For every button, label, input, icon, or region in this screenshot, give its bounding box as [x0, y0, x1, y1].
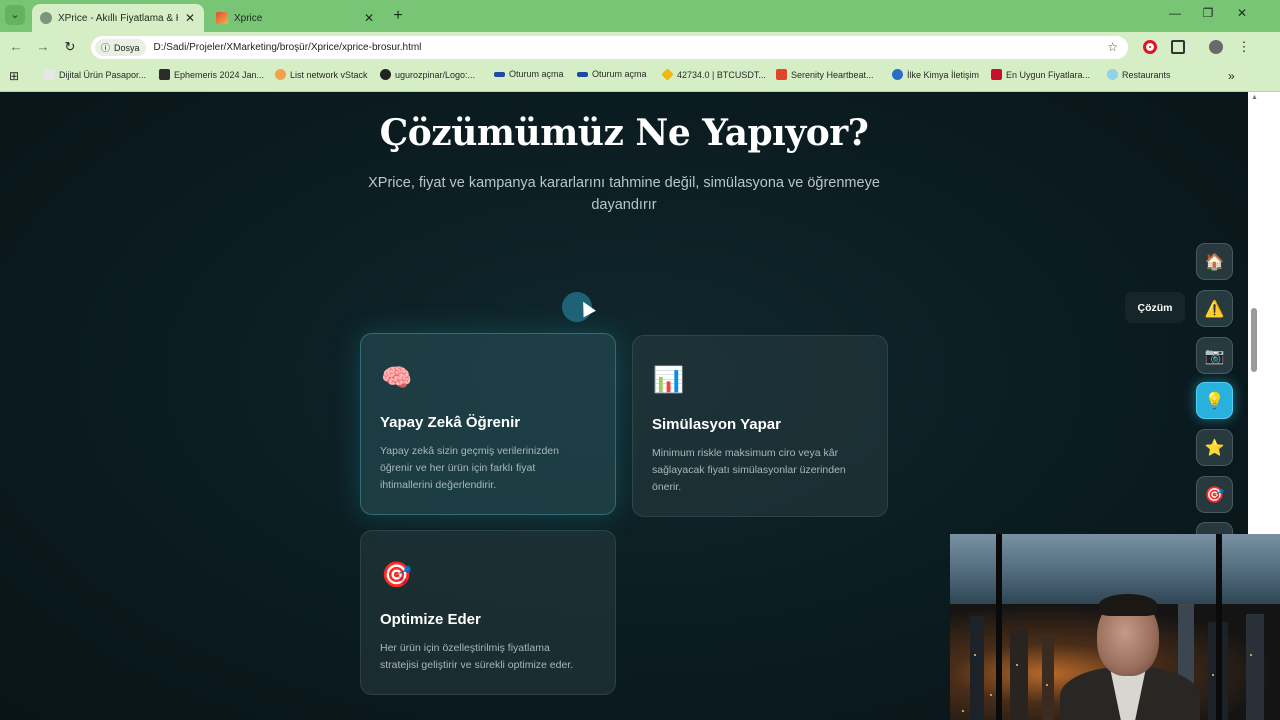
city-light: [1212, 674, 1214, 676]
bar-chart-icon: 📊: [653, 366, 685, 394]
forward-icon[interactable]: →: [35, 39, 51, 54]
bookmark-item[interactable]: Dijital Ürün Pasapor...: [44, 69, 146, 80]
window-frame: [1216, 534, 1222, 720]
address-bar[interactable]: ⓘ Dosya D:/Sadi/Projeler/XMarketing/broş…: [91, 36, 1128, 59]
window-frame: [996, 534, 1002, 720]
bookmark-favicon: [44, 69, 55, 80]
feature-card-ai-learns[interactable]: 🧠 Yapay Zekâ Öğrenir Yapay zekâ sizin ge…: [360, 333, 616, 515]
nav-features-button[interactable]: ⭐: [1196, 429, 1233, 466]
nav-problem-button[interactable]: ⚠️: [1196, 290, 1233, 327]
minimize-icon[interactable]: —: [1167, 6, 1183, 20]
bookmark-favicon: [494, 71, 505, 77]
info-icon: ⓘ: [101, 43, 111, 53]
city-light: [1046, 684, 1048, 686]
bookmark-favicon: [892, 69, 903, 80]
bookmark-favicon: [275, 69, 286, 80]
nav-solution-button[interactable]: 💡: [1196, 382, 1233, 419]
bookmark-item[interactable]: En Uygun Fiyatlara...: [991, 69, 1090, 80]
card-title: Simülasyon Yapar: [652, 416, 781, 433]
bookmark-item[interactable]: Restaurants: [1107, 69, 1171, 80]
nav-home-button[interactable]: 🏠: [1196, 243, 1233, 280]
city-light: [990, 694, 992, 696]
binance-icon: [661, 68, 674, 81]
section-title: Çözümümüz Ne Yapıyor?: [379, 112, 869, 154]
close-tab-icon[interactable]: ✕: [184, 11, 196, 25]
card-text: Minimum riskle maksimum ciro veya kâr sa…: [652, 447, 846, 493]
file-badge[interactable]: ⓘ Dosya: [95, 39, 146, 56]
nav-goals-button[interactable]: 🎯: [1196, 476, 1233, 513]
city-light: [1016, 664, 1018, 666]
brain-icon: 🧠: [381, 364, 413, 392]
card-title: Yapay Zekâ Öğrenir: [380, 414, 521, 431]
apps-grid-icon[interactable]: ⊞: [9, 69, 19, 83]
bookmark-item[interactable]: ugurozpinar/Logo:...: [380, 69, 475, 80]
github-icon: [380, 69, 391, 80]
restore-icon[interactable]: ❐: [1200, 6, 1216, 20]
building: [1042, 634, 1054, 720]
tab-xprice-brochure[interactable]: XPrice - Akıllı Fiyatlama & Kamp ✕: [32, 4, 204, 32]
card-title: Optimize Eder: [380, 611, 481, 628]
bookmark-item[interactable]: Serenity Heartbeat...: [776, 69, 874, 80]
xprice-logo-icon: [216, 12, 228, 24]
bookmark-star-icon[interactable]: ☆: [1107, 40, 1118, 54]
tab-xprice[interactable]: Xprice ✕: [208, 4, 383, 32]
new-tab-icon[interactable]: +: [390, 7, 406, 25]
more-bookmarks-icon[interactable]: »: [1228, 69, 1235, 83]
scrollbar-thumb[interactable]: [1251, 308, 1257, 372]
bookmark-item[interactable]: 42734.0 | BTCUSDT...: [661, 68, 766, 81]
feature-card-optimize[interactable]: 🎯 Optimize Eder Her ürün için özelleştir…: [360, 530, 616, 695]
card-text: Yapay zekâ sizin geçmiş verilerinizden ö…: [380, 445, 559, 491]
bookmark-item[interactable]: Ephemeris 2024 Jan...: [159, 69, 264, 80]
bookmark-favicon: [991, 69, 1002, 80]
nav-tooltip: Çözüm: [1125, 292, 1185, 323]
city-light: [1250, 654, 1252, 656]
target-icon: 🎯: [1204, 486, 1225, 504]
menu-icon[interactable]: ⋮: [1236, 39, 1252, 55]
person-hair: [1099, 594, 1157, 616]
close-tab-icon[interactable]: ✕: [363, 11, 375, 25]
target-icon: 🎯: [381, 561, 413, 589]
building: [1010, 629, 1028, 720]
section-subtitle: XPrice, fiyat ve kampanya kararlarını ta…: [368, 175, 880, 213]
tab-title: Xprice: [234, 12, 263, 24]
file-badge-label: Dosya: [114, 42, 140, 53]
bookmark-item[interactable]: List network vStack: [275, 69, 368, 80]
tab-search-icon[interactable]: ⌄: [5, 5, 25, 25]
globe-icon: [40, 12, 52, 24]
city-light: [962, 710, 964, 712]
city-light: [974, 654, 976, 656]
webcam-overlay: [950, 534, 1280, 720]
scroll-up-icon[interactable]: ▲: [1251, 94, 1258, 101]
nav-camera-button[interactable]: 📷: [1196, 337, 1233, 374]
feature-card-simulation[interactable]: 📊 Simülasyon Yapar Minimum riskle maksim…: [632, 335, 888, 517]
building: [970, 616, 984, 720]
back-icon[interactable]: ←: [8, 39, 24, 54]
opera-icon[interactable]: [1143, 40, 1157, 54]
extensions-icon[interactable]: [1171, 40, 1185, 54]
profile-avatar-icon[interactable]: [1209, 40, 1223, 54]
tab-title: XPrice - Akıllı Fiyatlama & Kamp: [58, 12, 178, 24]
bookmark-item[interactable]: İlke Kimya İletişim: [892, 69, 979, 80]
building: [1246, 614, 1264, 720]
browser-toolbar: ← → ↻ ⓘ Dosya D:/Sadi/Projeler/XMarketin…: [0, 32, 1280, 62]
bookmark-favicon: [159, 69, 170, 80]
cloud-icon: [1107, 69, 1118, 80]
bookmark-favicon: [577, 71, 588, 77]
bookmark-favicon: [776, 69, 787, 80]
bookmarks-bar: ⊞ Dijital Ürün Pasapor... Ephemeris 2024…: [0, 62, 1280, 92]
tab-strip: ⌄ XPrice - Akıllı Fiyatlama & Kamp ✕ Xpr…: [0, 0, 1280, 32]
url-text: D:/Sadi/Projeler/XMarketing/broşür/Xpric…: [153, 42, 422, 53]
reload-icon[interactable]: ↻: [62, 39, 78, 55]
bookmark-item[interactable]: Oturum açma: [577, 69, 647, 79]
card-text: Her ürün için özelleştirilmiş fiyatlama …: [380, 642, 574, 671]
camera-icon: 📷: [1204, 347, 1225, 365]
close-window-icon[interactable]: ✕: [1234, 6, 1250, 20]
home-icon: 🏠: [1204, 253, 1225, 271]
star-icon: ⭐: [1204, 439, 1225, 457]
browser-chrome: ⌄ XPrice - Akıllı Fiyatlama & Kamp ✕ Xpr…: [0, 0, 1280, 92]
bookmark-item[interactable]: Oturum açma: [494, 69, 564, 79]
lightbulb-icon: 💡: [1204, 392, 1225, 410]
warning-icon: ⚠️: [1204, 300, 1225, 318]
